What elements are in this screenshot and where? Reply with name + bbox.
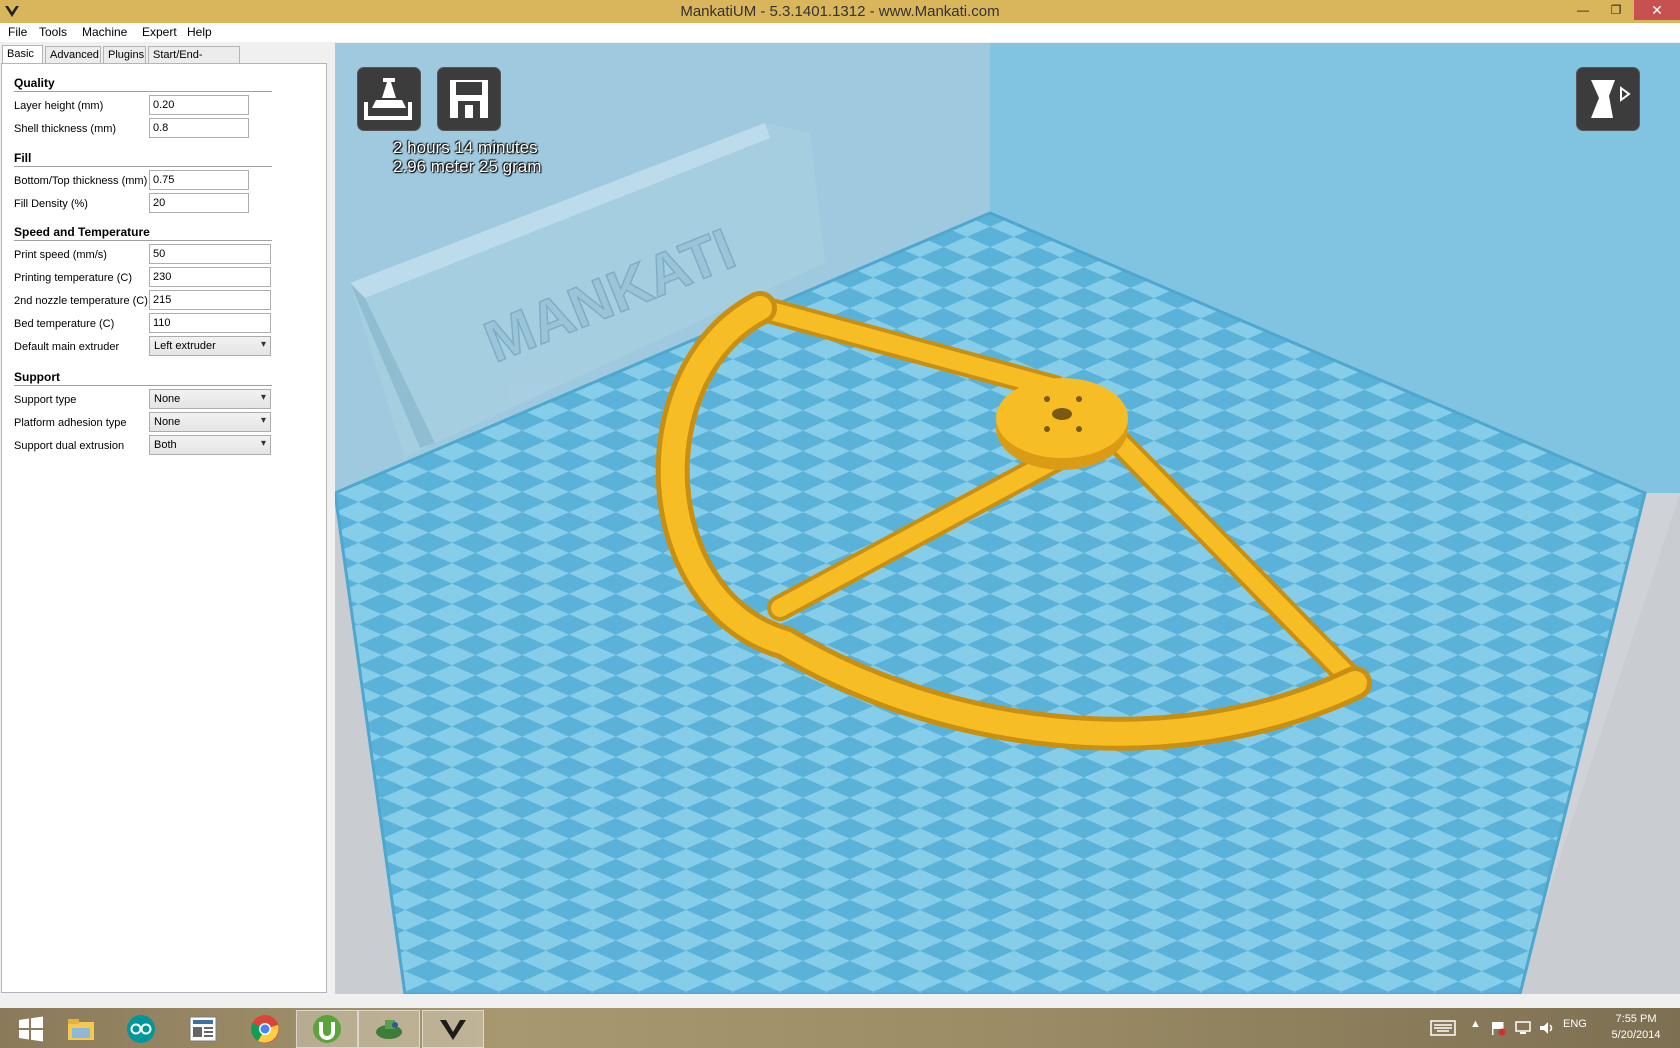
folder-icon: [68, 1019, 94, 1040]
taskbar-chrome[interactable]: [234, 1010, 296, 1048]
layer-height-label: Layer height (mm): [14, 100, 104, 112]
tab-advanced[interactable]: Advanced: [45, 46, 101, 63]
section-divider: [14, 385, 272, 386]
print-speed-label: Print speed (mm/s): [14, 249, 107, 261]
main-extruder-label: Default main extruder: [14, 341, 120, 353]
section-divider: [14, 91, 272, 92]
section-divider: [14, 166, 272, 167]
support-type-select[interactable]: None ▾: [149, 389, 271, 409]
print-speed-input[interactable]: [149, 244, 271, 264]
platform-adhesion-label: Platform adhesion type: [14, 417, 127, 429]
bed-temperature-input[interactable]: [149, 313, 271, 333]
window-title: MankatiUM - 5.3.1401.1312 - www.Mankati.…: [680, 3, 1000, 20]
section-divider: [14, 240, 272, 241]
section-support-title: Support: [14, 370, 60, 384]
main-extruder-select[interactable]: Left extruder ▾: [149, 336, 271, 356]
chevron-down-icon: ▾: [260, 392, 266, 403]
platform-adhesion-select[interactable]: None ▾: [149, 412, 271, 432]
close-button[interactable]: ✕: [1634, 0, 1680, 20]
print-estimate: 2 hours 14 minutes 2.96 meter 25 gram: [393, 138, 541, 176]
taskbar-file-explorer[interactable]: [50, 1010, 112, 1048]
taskbar-mankati[interactable]: [422, 1010, 484, 1048]
menu-help[interactable]: Help: [187, 25, 212, 39]
volume-icon[interactable]: [1538, 1020, 1556, 1036]
menu-tools[interactable]: Tools: [39, 25, 67, 39]
minimize-button[interactable]: —: [1568, 0, 1598, 20]
3d-viewport[interactable]: MANKATI 2 hours 14 minutes 2.96 meter 25…: [335, 43, 1680, 994]
menu-file[interactable]: File: [8, 25, 27, 39]
maximize-button[interactable]: ❐: [1601, 0, 1631, 20]
load-model-button[interactable]: [357, 67, 421, 131]
section-fill-title: Fill: [14, 151, 32, 165]
clock-date: 5/20/2014: [1611, 1029, 1661, 1041]
section-speed-title: Speed and Temperature: [14, 225, 150, 239]
bottom-top-thickness-label: Bottom/Top thickness (mm): [14, 175, 148, 187]
view-mode-icon: [1591, 80, 1631, 118]
network-icon[interactable]: [1514, 1020, 1532, 1036]
layer-height-input[interactable]: [149, 95, 249, 115]
chevron-down-icon: ▾: [260, 415, 266, 426]
language-indicator[interactable]: ENG: [1563, 1018, 1587, 1030]
bed-temperature-label: Bed temperature (C): [14, 318, 115, 330]
tray-expand-icon[interactable]: ▲: [1470, 1018, 1481, 1030]
clock-time: 7:55 PM: [1615, 1013, 1657, 1025]
taskbar-game[interactable]: [358, 1010, 420, 1048]
build-volume-scene[interactable]: MANKATI: [335, 43, 1680, 994]
menu-bar: File Tools Machine Expert Help: [0, 23, 1680, 42]
nozzle2-temperature-input[interactable]: [149, 290, 271, 310]
save-gcode-button[interactable]: [437, 67, 501, 131]
chevron-down-icon: ▾: [260, 438, 266, 449]
main-extruder-value: Left extruder: [154, 340, 216, 352]
windows-logo-icon: [19, 1016, 43, 1042]
settings-panel: Quality Layer height (mm) Shell thicknes…: [1, 63, 327, 993]
support-dual-extrusion-select[interactable]: Both ▾: [149, 435, 271, 455]
mankati-icon: [440, 1020, 466, 1040]
printing-temperature-input[interactable]: [149, 267, 271, 287]
support-type-value: None: [154, 393, 181, 405]
taskbar-arduino[interactable]: [110, 1010, 172, 1048]
news-icon: [189, 1016, 217, 1042]
section-quality-title: Quality: [14, 76, 55, 90]
menu-machine[interactable]: Machine: [82, 25, 127, 39]
system-clock[interactable]: 7:55 PM 5/20/2014: [1598, 1011, 1674, 1043]
taskbar: ▲ ENG: [0, 1008, 1680, 1048]
arduino-icon: [127, 1015, 155, 1043]
keyboard-icon[interactable]: [1430, 1020, 1456, 1036]
platform-adhesion-value: None: [154, 416, 181, 428]
print-time-text: 2 hours 14 minutes: [393, 138, 538, 157]
shell-thickness-input[interactable]: [149, 118, 249, 138]
taskbar-news-reader[interactable]: [172, 1010, 234, 1048]
support-dual-extrusion-value: Both: [154, 439, 177, 451]
title-bar: MankatiUM - 5.3.1401.1312 - www.Mankati.…: [0, 0, 1680, 23]
bottom-top-thickness-input[interactable]: [149, 170, 249, 190]
printing-temperature-label: Printing temperature (C): [14, 272, 132, 284]
fill-density-label: Fill Density (%): [14, 198, 88, 210]
game-icon: [376, 1020, 402, 1039]
floppy-disk-icon: [450, 80, 488, 118]
view-mode-button[interactable]: [1576, 67, 1640, 131]
menu-expert[interactable]: Expert: [142, 25, 177, 39]
utorrent-icon: [313, 1015, 341, 1043]
fill-density-input[interactable]: [149, 193, 249, 213]
taskbar-utorrent[interactable]: [296, 1010, 358, 1048]
flag-icon[interactable]: [1490, 1020, 1506, 1036]
load-icon: [364, 78, 412, 120]
support-dual-extrusion-label: Support dual extrusion: [14, 440, 125, 452]
chevron-down-icon: ▾: [260, 339, 266, 350]
print-material-text: 2.96 meter 25 gram: [393, 157, 542, 176]
chrome-icon: [251, 1015, 279, 1043]
support-type-label: Support type: [14, 394, 77, 406]
tab-start-end-gcode[interactable]: Start/End-GCode: [148, 46, 240, 78]
settings-tabs: Basic Advanced Plugins Start/End-GCode: [0, 45, 330, 78]
nozzle2-temperature-label: 2nd nozzle temperature (C): [14, 295, 148, 307]
shell-thickness-label: Shell thickness (mm): [14, 123, 117, 135]
tab-plugins[interactable]: Plugins: [103, 46, 146, 63]
tab-basic[interactable]: Basic: [2, 45, 43, 64]
